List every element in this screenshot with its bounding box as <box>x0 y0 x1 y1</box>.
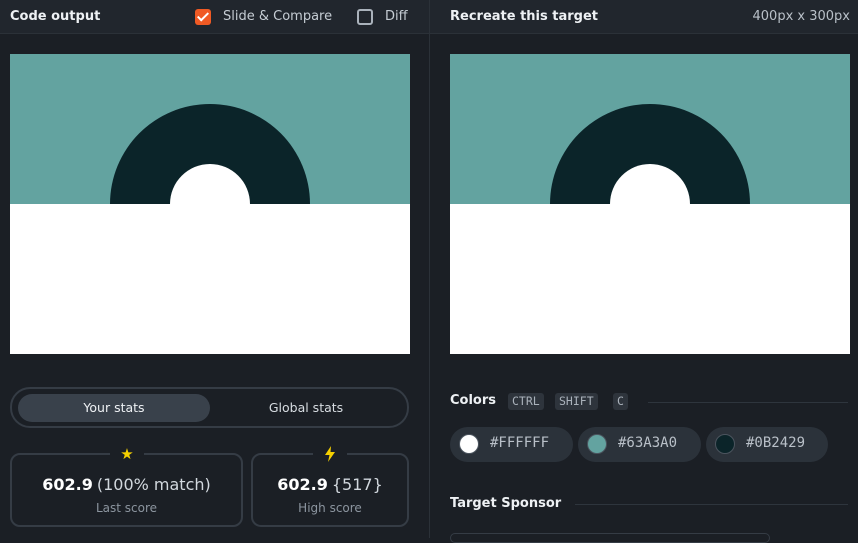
color-hex: #63A3A0 <box>618 435 678 451</box>
code-output-canvas[interactable] <box>10 54 410 354</box>
white-lower-half <box>10 204 410 354</box>
last-score-match: (100% match) <box>96 475 211 494</box>
last-score: 602.9 (100% match) <box>12 475 241 494</box>
diff-checkbox[interactable] <box>357 9 373 25</box>
diff-label[interactable]: Diff <box>385 9 408 24</box>
slide-compare-label[interactable]: Slide & Compare <box>223 9 332 24</box>
color-swatch-dark[interactable]: #0B2429 <box>706 427 828 462</box>
colors-divider <box>648 402 848 403</box>
shortcut-key-c: C <box>613 393 628 410</box>
high-score-value: 602.9 <box>277 475 328 494</box>
color-swatch-teal[interactable]: #63A3A0 <box>578 427 701 462</box>
high-score-caption: High score <box>298 501 362 515</box>
high-score-card: 602.9 {517} High score <box>251 444 409 527</box>
color-swatch-white[interactable]: #FFFFFF <box>450 427 573 462</box>
target-toolbar: Recreate this target 400px x 300px <box>430 0 858 34</box>
last-score-card: ★ 602.9 (100% match) Last score <box>10 444 243 527</box>
color-dot <box>587 434 607 454</box>
tab-global-stats[interactable]: Global stats <box>212 394 400 422</box>
lightning-icon <box>313 444 347 464</box>
panel-title: Code output <box>10 9 101 24</box>
color-hex: #FFFFFF <box>490 435 550 451</box>
target-dimensions: 400px x 300px <box>752 9 850 24</box>
sponsor-box[interactable] <box>450 533 770 543</box>
star-icon: ★ <box>110 444 144 464</box>
colors-title: Colors <box>450 393 497 408</box>
shortcut-key-ctrl: CTRL <box>508 393 544 410</box>
color-dot <box>459 434 479 454</box>
target-canvas <box>450 54 850 354</box>
high-score: 602.9 {517} <box>253 475 407 494</box>
high-score-rank: {517} <box>331 475 383 494</box>
target-title: Recreate this target <box>450 9 599 24</box>
last-score-caption: Last score <box>95 501 158 515</box>
color-hex: #0B2429 <box>746 435 806 451</box>
color-dot <box>715 434 735 454</box>
tab-your-stats[interactable]: Your stats <box>18 394 210 422</box>
last-score-value: 602.9 <box>42 475 93 494</box>
code-output-panel: Code output Slide & Compare Diff Your st… <box>0 0 429 538</box>
shortcut-key-shift: SHIFT <box>555 393 598 410</box>
target-panel: Recreate this target 400px x 300px Color… <box>430 0 858 543</box>
slide-compare-checkbox[interactable] <box>195 9 211 25</box>
white-lower-half <box>450 204 850 354</box>
code-output-toolbar: Code output Slide & Compare Diff <box>0 0 429 34</box>
target-sponsor-title: Target Sponsor <box>450 496 562 511</box>
stats-toggle: Your stats Global stats <box>10 387 409 428</box>
sponsor-divider <box>575 504 848 505</box>
